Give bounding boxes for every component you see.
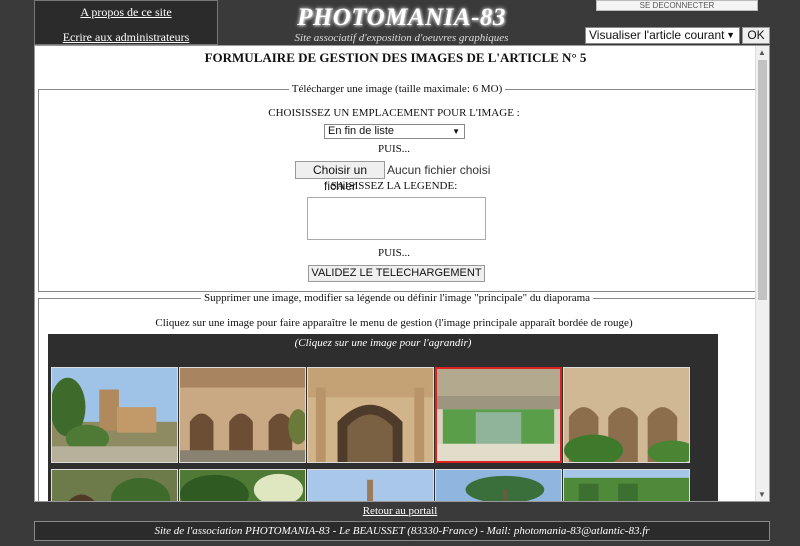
gallery-caption: (Cliquez sur une image pour l'agrandir) <box>294 337 472 349</box>
scroll-up-icon[interactable]: ▲ <box>758 48 766 57</box>
vertical-scrollbar[interactable]: ▲ ▼ <box>755 46 769 501</box>
scrollbar-thumb[interactable] <box>758 60 767 300</box>
validate-upload-button[interactable]: VALIDEZ LE TELECHARGEMENT <box>308 265 485 282</box>
gallery-image[interactable] <box>307 469 434 502</box>
gallery-image[interactable] <box>51 367 178 463</box>
form-title: FORMULAIRE DE GESTION DES IMAGES DE L'AR… <box>204 50 587 65</box>
header-controls: SE DECONNECTER Visualiser l'article cour… <box>585 0 770 45</box>
ok-button[interactable]: OK <box>742 27 770 44</box>
gallery-image-main[interactable] <box>435 367 562 463</box>
about-link[interactable]: A propos de ce site <box>35 6 217 18</box>
main-frame: FORMULAIRE DE GESTION DES IMAGES DE L'AR… <box>34 45 770 502</box>
location-select-value: En fin de liste <box>328 125 395 137</box>
gallery-image[interactable] <box>179 367 306 463</box>
header-links: A propos de ce site Ecrire aux administr… <box>34 0 218 45</box>
site-branding: PHOTOMANIA-83 Site associatif d'expositi… <box>219 0 584 45</box>
return-to-portal-link[interactable]: Retour au portail <box>0 505 800 517</box>
site-footer: Site de l'association PHOTOMANIA-83 - Le… <box>34 521 770 541</box>
gallery-image[interactable] <box>179 469 306 502</box>
logout-button[interactable]: SE DECONNECTER <box>596 0 758 11</box>
contact-admins-link[interactable]: Ecrire aux administrateurs <box>35 31 217 43</box>
chevron-down-icon: ▼ <box>452 127 460 136</box>
scroll-down-icon[interactable]: ▼ <box>758 490 766 499</box>
gallery-image[interactable] <box>563 469 690 502</box>
then-label-2: PUIS... <box>377 247 411 259</box>
choose-file-button[interactable]: Choisir un fichier <box>295 161 385 193</box>
then-label-1: PUIS... <box>377 143 411 155</box>
site-header: A propos de ce site Ecrire aux administr… <box>0 0 800 45</box>
site-title: PHOTOMANIA-83 <box>297 4 506 31</box>
gallery-image[interactable] <box>435 469 562 502</box>
gallery-image[interactable] <box>563 367 690 463</box>
upload-legend: Télécharger une image (taille maximale: … <box>291 83 503 95</box>
gallery-image[interactable] <box>307 367 434 463</box>
caption-textarea[interactable] <box>307 197 486 240</box>
view-article-select-value: Visualiser l'article courant <box>589 28 725 42</box>
view-article-select[interactable]: Visualiser l'article courant ▼ <box>585 27 740 44</box>
manage-legend: Supprimer une image, modifier sa légende… <box>203 292 591 304</box>
gallery-image[interactable] <box>51 469 178 502</box>
choose-location-label: CHOISISSEZ UN EMPLACEMENT POUR L'IMAGE : <box>268 107 520 119</box>
no-file-chosen-text: Aucun fichier choisi <box>387 163 491 177</box>
enter-caption-label: SAISISSEZ LA LEGENDE: <box>330 180 458 192</box>
manage-instruction: Cliquez sur une image pour faire apparaî… <box>155 317 633 329</box>
image-gallery: (Cliquez sur une image pour l'agrandir) <box>48 334 718 502</box>
chevron-down-icon: ▼ <box>726 30 735 40</box>
site-subtitle: Site associatif d'exposition d'oeuvres g… <box>294 32 509 44</box>
frame-content: FORMULAIRE DE GESTION DES IMAGES DE L'AR… <box>35 46 756 502</box>
location-select[interactable]: En fin de liste ▼ <box>324 124 465 139</box>
